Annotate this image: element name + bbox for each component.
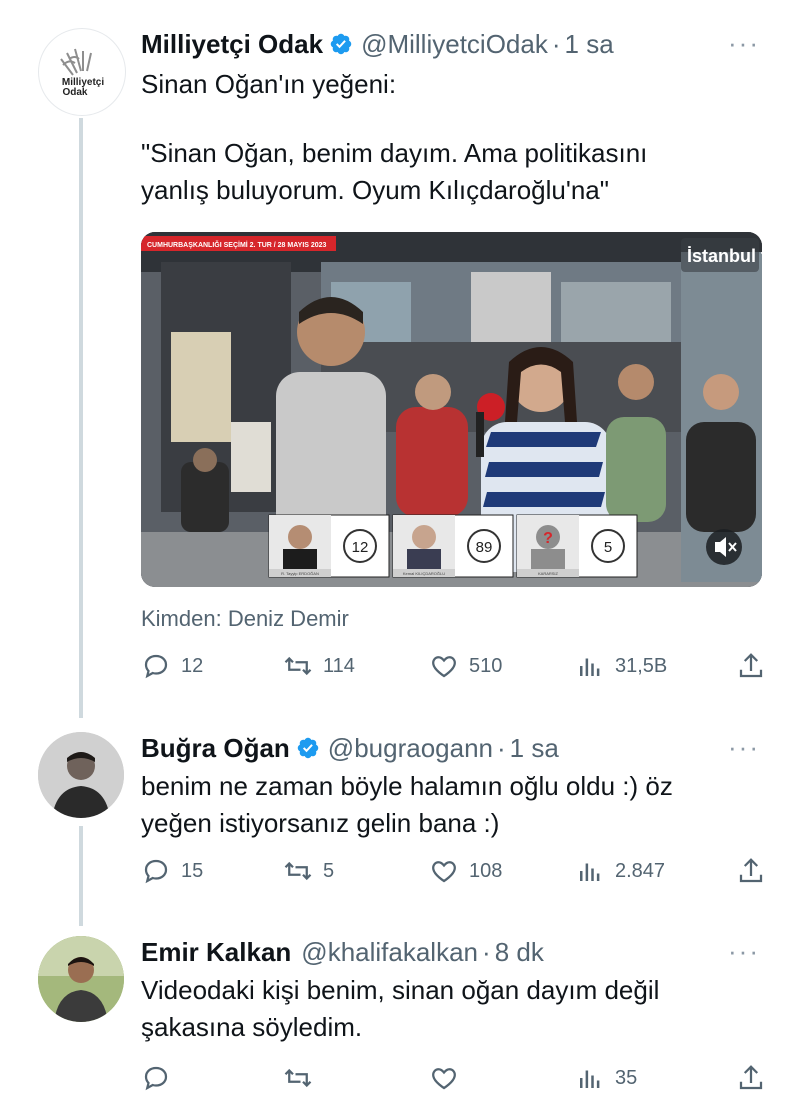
- tweet-text: Sinan Oğan'ın yeğeni: "Sinan Oğan, benim…: [141, 66, 647, 209]
- from-label: Kimden: Deniz Demir: [141, 606, 349, 631]
- views-count: 2.847: [615, 859, 666, 882]
- separator-dot: ·: [482, 936, 491, 967]
- tweet-time[interactable]: 1 sa: [510, 733, 559, 764]
- tweet-text-line: yanlış buluyorum. Oyum Kılıçdaroğlu'na": [141, 175, 609, 205]
- author-handle[interactable]: @bugraogann: [328, 733, 493, 764]
- reply-icon: [144, 859, 168, 884]
- avatar[interactable]: [38, 732, 124, 818]
- tweet-actions: 15 5 108 2.847: [141, 856, 766, 888]
- author-name[interactable]: Milliyetçi Odak: [141, 29, 323, 60]
- views-icon: [580, 863, 600, 881]
- views-button[interactable]: 35: [575, 1063, 637, 1093]
- user-avatar-photo: [38, 732, 124, 818]
- retweet-count: 5: [323, 859, 335, 882]
- tweet-text-line: [141, 103, 647, 135]
- tweet-header: Buğra Oğan @bugraogann · 1 sa: [141, 728, 559, 768]
- reply-icon: [144, 654, 168, 679]
- like-icon: [432, 861, 456, 883]
- verified-badge-icon: [330, 33, 352, 55]
- author-handle[interactable]: @khalifakalkan: [301, 937, 478, 968]
- tweet-actions: 35: [141, 1063, 766, 1095]
- milliyetci-odak-logo: Milliyetçi Odak: [40, 30, 124, 114]
- tweet-text-line: "Sinan Oğan, benim dayım. Ama politikası…: [141, 138, 648, 168]
- broadcast-banner-text: CUMHURBAŞKANLIĞI SEÇİMİ 2. TUR / 28 MAYI…: [147, 240, 327, 249]
- tweet-text-line: şakasına söyledim.: [141, 1012, 363, 1042]
- verified-badge-icon: [297, 737, 319, 759]
- tweet-text: Videodaki kişi benim, sinan oğan dayım d…: [141, 972, 659, 1046]
- share-icon: [739, 653, 763, 678]
- retweet-button[interactable]: 114: [283, 651, 355, 681]
- poll-value: 89: [476, 539, 493, 556]
- tweet-text-line: yeğen istiyorsanız gelin bana :): [141, 808, 500, 838]
- poll-value: 5: [604, 539, 612, 556]
- views-count: 31,5B: [615, 654, 668, 677]
- tweet-header: Milliyetçi Odak @MilliyetciOdak · 1 sa: [141, 24, 614, 64]
- author-name[interactable]: Emir Kalkan: [141, 937, 291, 968]
- share-button[interactable]: [736, 856, 766, 886]
- retweet-button[interactable]: [283, 1063, 323, 1093]
- share-button[interactable]: [736, 1063, 766, 1093]
- more-icon[interactable]: ···: [728, 28, 760, 59]
- retweet-count: 114: [323, 654, 355, 677]
- candidate-label: R. Tayyip ERDOĞAN: [281, 571, 319, 576]
- reply-icon: [144, 1066, 168, 1091]
- retweet-icon: [284, 861, 312, 881]
- question-mark-icon: ?: [543, 530, 553, 547]
- avatar[interactable]: [38, 936, 124, 1022]
- separator-dot: ·: [497, 732, 506, 763]
- like-button[interactable]: 108: [429, 856, 502, 886]
- channel-logo: İstanbul tv: [687, 246, 762, 266]
- candidate-label: KARARSIZ: [538, 571, 559, 576]
- reply-button[interactable]: 15: [141, 856, 203, 886]
- tweet-time[interactable]: 8 dk: [495, 937, 544, 968]
- retweet-button[interactable]: 5: [283, 856, 334, 886]
- reply-count: 15: [181, 859, 204, 882]
- tweet-text-line: benim ne zaman böyle halamın oğlu oldu :…: [141, 771, 673, 801]
- retweet-icon: [284, 656, 312, 676]
- author-name[interactable]: Buğra Oğan: [141, 733, 290, 764]
- more-icon[interactable]: ···: [728, 936, 760, 967]
- share-icon: [739, 858, 763, 883]
- retweet-icon: [284, 1068, 312, 1088]
- reply-button[interactable]: 12: [141, 651, 203, 681]
- share-button[interactable]: [736, 651, 766, 681]
- poll-value: 12: [352, 539, 369, 556]
- mute-icon[interactable]: [706, 529, 742, 565]
- reply-count: 12: [181, 654, 204, 677]
- author-handle[interactable]: @MilliyetciOdak: [361, 29, 548, 60]
- views-button[interactable]: 31,5B: [575, 651, 667, 681]
- video-frame: CUMHURBAŞKANLIĞI SEÇİMİ 2. TUR / 28 MAYI…: [141, 232, 762, 587]
- tweet-text: benim ne zaman böyle halamın oğlu oldu :…: [141, 768, 673, 842]
- like-icon: [432, 656, 456, 678]
- share-icon: [739, 1065, 763, 1090]
- tweet-actions: 12 114 510 31,5B: [141, 651, 766, 683]
- tweet-video[interactable]: CUMHURBAŞKANLIĞI SEÇİMİ 2. TUR / 28 MAYI…: [141, 232, 762, 587]
- more-icon[interactable]: ···: [728, 732, 760, 763]
- views-icon: [580, 1070, 600, 1088]
- tweet-time[interactable]: 1 sa: [565, 29, 614, 60]
- svg-text:Odak: Odak: [62, 87, 87, 98]
- user-avatar-photo: [38, 936, 124, 1022]
- like-count: 108: [469, 859, 503, 882]
- views-button[interactable]: 2.847: [575, 856, 665, 886]
- tweet-header: Emir Kalkan @khalifakalkan · 8 dk: [141, 932, 544, 972]
- like-button[interactable]: 510: [429, 651, 502, 681]
- candidate-label: Kemal KILIÇDAROĞLU: [403, 571, 445, 576]
- avatar[interactable]: Milliyetçi Odak: [38, 28, 126, 116]
- tweet-text-line: Videodaki kişi benim, sinan oğan dayım d…: [141, 975, 660, 1005]
- tweet-text-line: Sinan Oğan'ın yeğeni:: [141, 69, 397, 99]
- separator-dot: ·: [551, 28, 561, 59]
- views-icon: [580, 658, 600, 676]
- reply-button[interactable]: [141, 1063, 181, 1093]
- like-icon: [432, 1068, 456, 1090]
- views-count: 35: [615, 1066, 638, 1089]
- like-count: 510: [469, 654, 503, 677]
- like-button[interactable]: [429, 1063, 469, 1093]
- poll-overlay: 12 R. Tayyip ERDOĞAN 89 Kemal KILIÇDAROĞ…: [268, 514, 638, 578]
